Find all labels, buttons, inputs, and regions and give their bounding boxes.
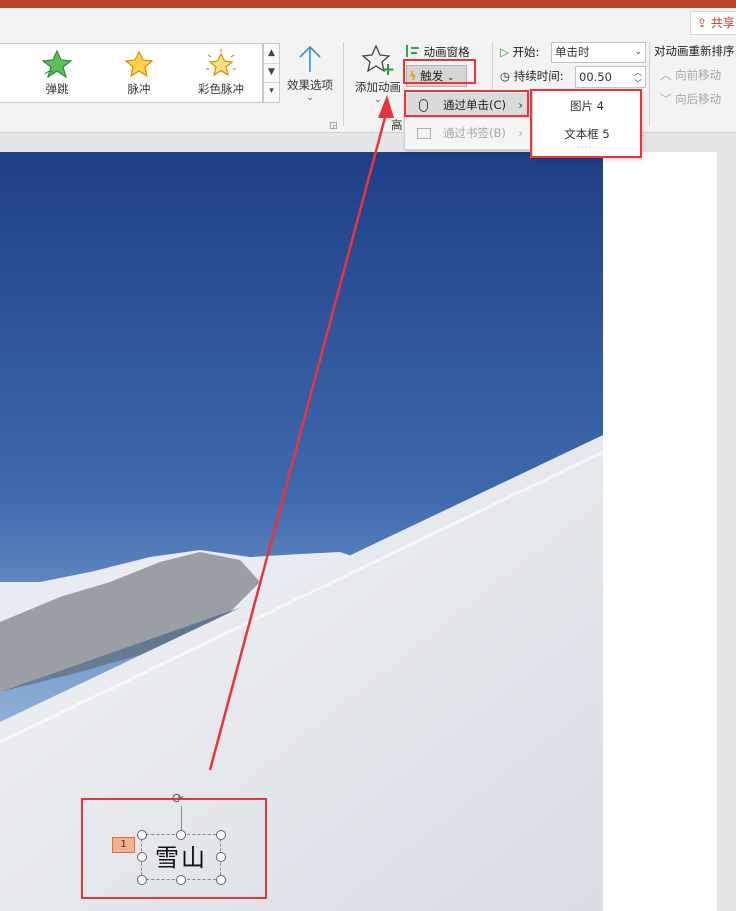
menu-item-label: 通过书签(B) (443, 126, 506, 140)
resize-handle[interactable] (216, 852, 226, 862)
bookmark-icon (417, 128, 431, 139)
rotate-handle-line (181, 806, 182, 832)
highlight-submenu (530, 89, 642, 158)
chevron-right-icon: › (518, 126, 523, 140)
resize-handle[interactable] (137, 852, 147, 862)
resize-handle[interactable] (137, 875, 147, 885)
resize-handle[interactable] (216, 875, 226, 885)
resize-handle[interactable] (176, 830, 186, 840)
resize-handle[interactable] (216, 830, 226, 840)
resize-handle[interactable] (176, 875, 186, 885)
resize-handle[interactable] (137, 830, 147, 840)
highlight-on-click (404, 90, 529, 117)
rotate-handle-icon[interactable]: ⟳ (172, 791, 184, 807)
highlight-trigger (403, 59, 476, 84)
animation-order-tag[interactable]: 1 (112, 837, 135, 853)
textbox-text[interactable]: 雪山 (141, 838, 221, 873)
menu-item-on-bookmark[interactable]: 通过书签(B) › (405, 121, 531, 146)
